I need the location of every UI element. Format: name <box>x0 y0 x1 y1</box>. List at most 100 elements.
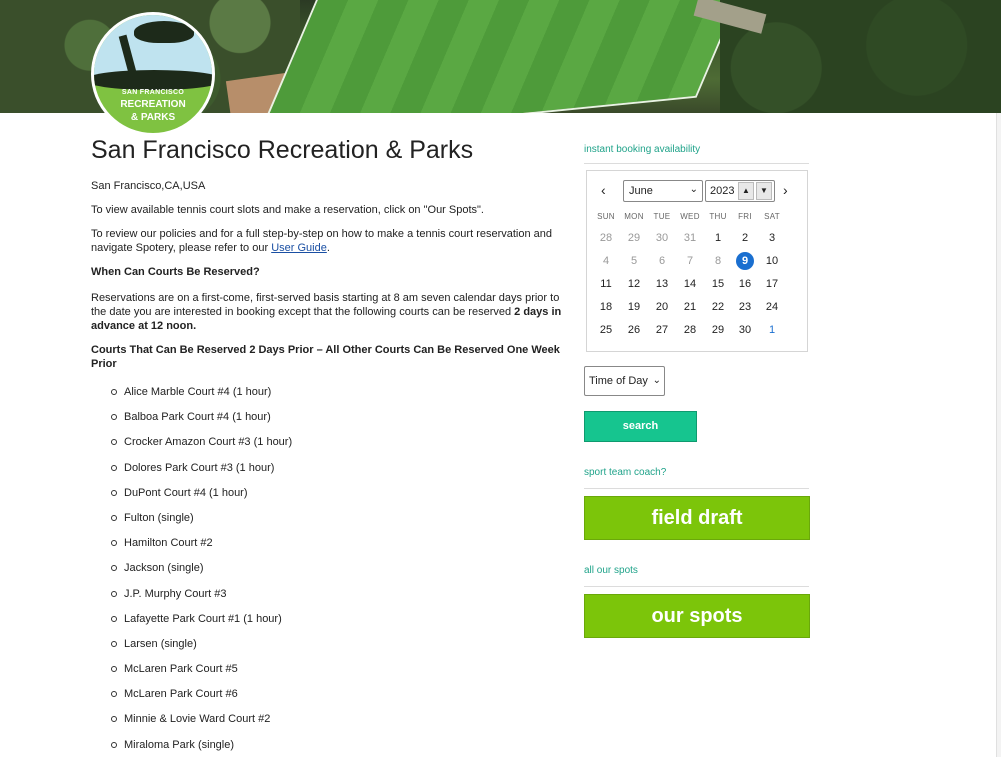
court-list-item: Balboa Park Court #4 (1 hour) <box>111 410 576 435</box>
calendar-day[interactable]: 28 <box>592 232 620 244</box>
calendar-day[interactable]: 28 <box>676 324 704 336</box>
court-list-item: Hamilton Court #2 <box>111 536 576 561</box>
calendar-day[interactable]: 10 <box>758 255 786 267</box>
calendar-day[interactable]: 21 <box>676 301 704 313</box>
calendar-day[interactable]: 2 <box>731 232 759 244</box>
logo-text-line3: & PARKS <box>130 112 176 123</box>
weekday-header: TUE <box>653 212 671 221</box>
calendar-day[interactable]: 6 <box>648 255 676 267</box>
chevron-down-icon: ⌄ <box>689 184 698 195</box>
logo-tree-icon <box>134 21 194 43</box>
weekday-header: SAT <box>764 212 780 221</box>
weekday-header: MON <box>624 212 644 221</box>
court-list-item: McLaren Park Court #5 <box>111 662 576 687</box>
weekday-header: THU <box>709 212 727 221</box>
calendar-day[interactable]: 4 <box>592 255 620 267</box>
weekday-header: SUN <box>597 212 615 221</box>
calendar-day[interactable]: 24 <box>758 301 786 313</box>
court-list-item: Alice Marble Court #4 (1 hour) <box>111 385 576 410</box>
policy-text: To review our policies and for a full st… <box>91 227 576 255</box>
calendar-day[interactable]: 29 <box>704 324 732 336</box>
court-list-item: Minnie & Lovie Ward Court #2 <box>111 712 576 737</box>
calendar-day[interactable]: 7 <box>676 255 704 267</box>
time-of-day-value: Time of Day <box>589 375 648 387</box>
year-up-button[interactable]: ▲ <box>738 182 754 200</box>
divider <box>584 163 809 164</box>
calendar-day-selected[interactable]: 9 <box>731 252 759 270</box>
calendar-day[interactable]: 15 <box>704 278 732 290</box>
court-list-item: Dolores Park Court #3 (1 hour) <box>111 461 576 486</box>
sf-rec-park-logo[interactable]: SAN FRANCISCO RECREATION & PARKS <box>91 12 215 136</box>
court-list-item: Jackson (single) <box>111 561 576 586</box>
calendar-day[interactable]: 12 <box>620 278 648 290</box>
year-value: 2023 <box>710 185 735 197</box>
prev-month-button[interactable]: ‹ <box>601 182 606 198</box>
calendar-day[interactable]: 25 <box>592 324 620 336</box>
search-button[interactable]: search <box>584 411 697 442</box>
calendar-day[interactable]: 26 <box>620 324 648 336</box>
month-select[interactable]: June ⌄ <box>623 180 703 202</box>
calendar-day[interactable]: 17 <box>758 278 786 290</box>
divider <box>584 488 809 489</box>
chevron-down-icon: ⌄ <box>652 375 661 386</box>
calendar-day[interactable]: 3 <box>758 232 786 244</box>
calendar-day[interactable]: 31 <box>676 232 704 244</box>
next-month-button[interactable]: › <box>783 182 788 198</box>
reservations-text: Reservations are on a first-come, first-… <box>91 291 576 333</box>
year-down-button[interactable]: ▼ <box>756 182 772 200</box>
court-list-item: Miraloma Park (single) <box>111 738 576 763</box>
policy-text-end: . <box>326 242 330 254</box>
calendar-day[interactable]: 13 <box>648 278 676 290</box>
time-of-day-select[interactable]: Time of Day ⌄ <box>584 366 665 396</box>
logo-text-line1: SAN FRANCISCO <box>121 89 185 96</box>
calendar-day[interactable]: 29 <box>620 232 648 244</box>
calendar-day[interactable]: 22 <box>704 301 732 313</box>
year-input[interactable]: 2023 ▲ ▼ <box>705 180 775 202</box>
calendar-day[interactable]: 30 <box>648 232 676 244</box>
calendar-day[interactable]: 30 <box>731 324 759 336</box>
calendar-day[interactable]: 18 <box>592 301 620 313</box>
calendar-day[interactable]: 20 <box>648 301 676 313</box>
user-guide-link[interactable]: User Guide <box>271 242 327 254</box>
scrollbar[interactable] <box>996 113 1001 757</box>
calendar-day[interactable]: 1 <box>758 324 786 336</box>
calendar-day[interactable]: 27 <box>648 324 676 336</box>
calendar-day[interactable]: 19 <box>620 301 648 313</box>
logo-text-line2: RECREATION <box>120 99 186 110</box>
court-list-item: Larsen (single) <box>111 637 576 662</box>
reservations-body: Reservations are on a first-come, first-… <box>91 292 560 318</box>
court-list-item: Fulton (single) <box>111 511 576 536</box>
weekday-header: WED <box>680 212 700 221</box>
weekday-header: FRI <box>738 212 752 221</box>
courts-list: Alice Marble Court #4 (1 hour) Balboa Par… <box>91 385 576 763</box>
location-text: San Francisco,CA,USA <box>91 180 206 192</box>
calendar-day[interactable]: 23 <box>731 301 759 313</box>
main-content: San Francisco Recreation & Parks San Fra… <box>91 136 576 763</box>
date-picker-calendar: ‹ June ⌄ 2023 ▲ ▼ › SUN MON TUE WED THU FRI SA… <box>586 170 808 352</box>
court-list-item: Lafayette Park Court #1 (1 hour) <box>111 612 576 637</box>
court-list-item: J.P. Murphy Court #3 <box>111 587 576 612</box>
divider <box>584 586 809 587</box>
coach-label: sport team coach? <box>584 467 667 478</box>
all-spots-label: all our spots <box>584 565 638 576</box>
logo-hill <box>94 70 212 90</box>
month-value: June <box>629 185 653 197</box>
calendar-day[interactable]: 1 <box>704 232 732 244</box>
calendar-day[interactable]: 16 <box>731 278 759 290</box>
calendar-day[interactable]: 8 <box>704 255 732 267</box>
page-title: San Francisco Recreation & Parks <box>91 136 474 164</box>
selected-day-label: 9 <box>736 252 754 270</box>
court-list-item: DuPont Court #4 (1 hour) <box>111 486 576 511</box>
soccer-field-image <box>255 0 765 113</box>
our-spots-button[interactable]: our spots <box>584 594 810 638</box>
court-list-item: McLaren Park Court #6 <box>111 687 576 712</box>
court-list-item: Crocker Amazon Court #3 (1 hour) <box>111 435 576 460</box>
when-heading: When Can Courts Be Reserved? <box>91 266 260 278</box>
calendar-day[interactable]: 5 <box>620 255 648 267</box>
intro-text: To view available tennis court slots and… <box>91 204 484 216</box>
field-draft-button[interactable]: field draft <box>584 496 810 540</box>
calendar-day[interactable]: 11 <box>592 278 620 290</box>
calendar-day[interactable]: 14 <box>676 278 704 290</box>
courts-heading: Courts That Can Be Reserved 2 Days Prior… <box>91 344 560 370</box>
instant-booking-label: instant booking availability <box>584 144 701 155</box>
